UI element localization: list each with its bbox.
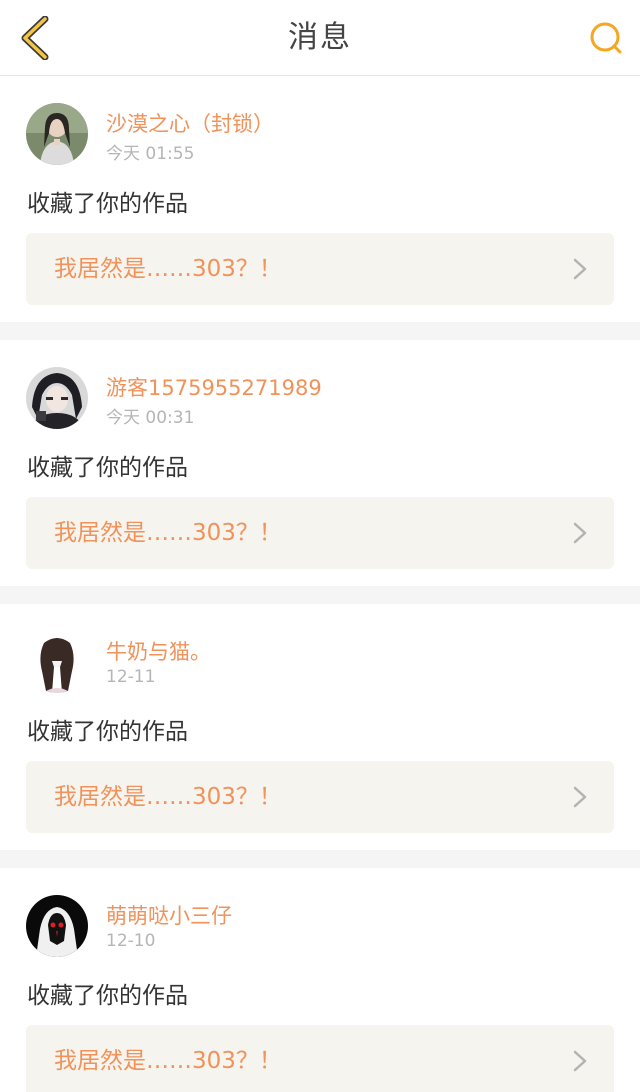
page-title: 消息 (288, 20, 352, 55)
work-link[interactable]: 我居然是……303？！ (26, 761, 614, 833)
work-link[interactable]: 我居然是……303？！ (26, 1025, 614, 1092)
avatar[interactable] (26, 103, 88, 165)
timestamp: 今天 00:31 (106, 408, 195, 428)
chevron-right-icon (573, 522, 587, 544)
timestamp: 12-10 (106, 931, 156, 951)
message-card: 游客1575955271989 今天 00:31 收藏了你的作品 我居然是……3… (0, 340, 640, 586)
message-card: 牛奶与猫。 12-11 收藏了你的作品 我居然是……303？！ (0, 604, 640, 850)
action-text: 收藏了你的作品 (27, 983, 188, 1009)
message-card: 沙漠之心（封锁） 今天 01:55 收藏了你的作品 我居然是……303？！ (0, 76, 640, 322)
username[interactable]: 游客1575955271989 (106, 372, 322, 402)
avatar[interactable] (26, 895, 88, 957)
chevron-right-icon (573, 258, 587, 280)
search-button[interactable] (586, 18, 626, 58)
user-avatar-anime (26, 367, 88, 429)
chevron-right-icon (573, 1050, 587, 1072)
user-avatar-girl (26, 631, 88, 693)
username[interactable]: 牛奶与猫。 (106, 636, 211, 666)
action-text: 收藏了你的作品 (27, 455, 188, 481)
card-divider (0, 322, 640, 340)
search-icon (590, 22, 622, 54)
chevron-right-icon (573, 786, 587, 808)
work-title: 我居然是……303？！ (54, 520, 282, 546)
card-divider (0, 586, 640, 604)
app-screen: 消息 沙漠之心（封锁） 今天 01:55 收藏了你的作品 我居然是……303？！… (0, 0, 640, 1092)
user-avatar-photo (26, 103, 88, 165)
message-card: 萌萌哒小三仔 12-10 收藏了你的作品 我居然是……303？！ (0, 868, 640, 1092)
action-text: 收藏了你的作品 (27, 719, 188, 745)
card-divider (0, 850, 640, 868)
work-link[interactable]: 我居然是……303？！ (26, 497, 614, 569)
work-title: 我居然是……303？！ (54, 1048, 282, 1074)
work-title: 我居然是……303？！ (54, 256, 282, 282)
action-text: 收藏了你的作品 (27, 191, 188, 217)
timestamp: 12-11 (106, 667, 156, 687)
user-avatar-mask (26, 895, 88, 957)
top-nav-bar: 消息 (0, 0, 640, 76)
avatar[interactable] (26, 367, 88, 429)
timestamp: 今天 01:55 (106, 144, 195, 164)
username[interactable]: 萌萌哒小三仔 (106, 900, 232, 930)
message-list: 沙漠之心（封锁） 今天 01:55 收藏了你的作品 我居然是……303？！ 游客… (0, 76, 640, 1092)
username[interactable]: 沙漠之心（封锁） (106, 108, 274, 138)
work-title: 我居然是……303？！ (54, 784, 282, 810)
avatar[interactable] (26, 631, 88, 693)
work-link[interactable]: 我居然是……303？！ (26, 233, 614, 305)
